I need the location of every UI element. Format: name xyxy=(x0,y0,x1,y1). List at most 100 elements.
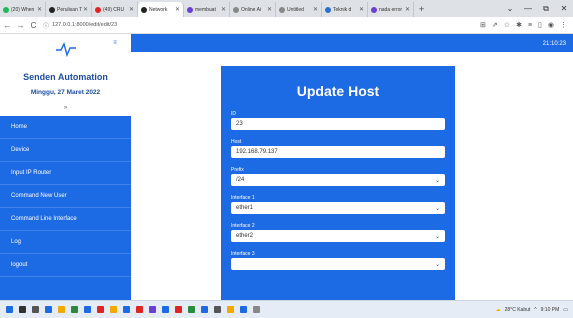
taskbar-app-icon[interactable] xyxy=(97,306,104,313)
toolbar-icons: ⊞ ⇗ ☆ ✱ ≡ ▯ ◉ ⋮ xyxy=(474,21,567,30)
browser-menu-icon[interactable]: ⋮ xyxy=(560,21,567,29)
tab-close-icon[interactable]: ✕ xyxy=(221,6,226,13)
tray-chevron-icon[interactable]: ^ xyxy=(534,307,536,313)
taskbar-app-icon[interactable] xyxy=(149,306,156,313)
taskbar-app-icon[interactable] xyxy=(201,306,208,313)
id-input[interactable]: 23 xyxy=(231,118,445,130)
tab-close-icon[interactable]: ✕ xyxy=(313,6,318,13)
menu-toggle-button[interactable]: ≡ xyxy=(110,38,120,48)
taskbar-app-icon[interactable] xyxy=(32,306,39,313)
taskbar-app-icon[interactable] xyxy=(58,306,65,313)
forward-icon[interactable]: → xyxy=(15,21,26,30)
back-icon[interactable]: ← xyxy=(2,21,13,30)
site-info-icon[interactable]: ⓘ xyxy=(43,21,49,30)
tab-close-icon[interactable]: ✕ xyxy=(129,6,134,13)
interface-1-select[interactable]: ether1 ⌄ xyxy=(231,202,445,214)
browser-tab[interactable]: Teknik d ✕ xyxy=(322,2,368,17)
taskbar-app-icon[interactable] xyxy=(175,306,182,313)
host-input[interactable]: 192.168.79.137 xyxy=(231,146,445,158)
tab-close-icon[interactable]: ✕ xyxy=(83,6,88,13)
browser-tab[interactable]: Perulisan T ✕ xyxy=(46,2,92,17)
sidebar-item-command-new-user[interactable]: Command New User xyxy=(0,185,131,208)
browser-tab[interactable]: (49) CRU ✕ xyxy=(92,2,138,17)
sidebar-item-home[interactable]: Home xyxy=(0,116,131,139)
sidebar-item-input-ip-router[interactable]: Input IP Router xyxy=(0,162,131,185)
tab-favicon-icon xyxy=(95,6,101,13)
prefix-value: /24 xyxy=(236,177,245,183)
browser-tab[interactable]: (20) When ✕ xyxy=(0,2,46,17)
tab-close-icon[interactable]: ✕ xyxy=(175,6,180,13)
translate-icon[interactable]: ⊞ xyxy=(480,21,486,29)
app-title: Senden Automation xyxy=(23,72,108,82)
interface-1-value: ether1 xyxy=(236,205,254,211)
taskbar-app-icon[interactable] xyxy=(19,306,26,313)
sidebar-item-device[interactable]: Device xyxy=(0,139,131,162)
sidepanel-icon[interactable]: ▯ xyxy=(538,21,542,29)
interface-3-select[interactable]: ⌄ xyxy=(231,258,445,270)
tab-close-icon[interactable]: ✕ xyxy=(37,6,42,13)
browser-tab[interactable]: Network ✕ xyxy=(138,2,184,17)
url-field[interactable]: ⓘ 127.0.0.1:8000/edit/edit/23 xyxy=(43,19,423,31)
id-label: ID xyxy=(231,111,236,117)
sidebar-item-command-line-interface[interactable]: Command Line Interface xyxy=(0,208,131,231)
tab-title: membuat xyxy=(195,6,216,13)
interface-2-value: ether2 xyxy=(236,233,254,239)
tab-favicon-icon xyxy=(3,6,9,13)
chevron-down-icon: ⌄ xyxy=(434,261,440,268)
taskbar-app-icon[interactable] xyxy=(110,306,117,313)
taskbar-app-icon[interactable] xyxy=(45,306,52,313)
minimize-icon[interactable]: — xyxy=(519,4,537,13)
sidebar-menu: Home Device Input IP Router Command New Use… xyxy=(0,116,131,300)
taskbar-app-icon[interactable] xyxy=(227,306,234,313)
taskbar-app-icon[interactable] xyxy=(214,306,221,313)
clock-display: 21:10:23 xyxy=(542,41,566,47)
sidebar-item-log[interactable]: Log xyxy=(0,231,131,254)
url-text: 127.0.0.1:8000/edit/edit/23 xyxy=(52,22,118,28)
tab-close-icon[interactable]: ✕ xyxy=(267,6,272,13)
maximize-icon[interactable]: ⧉ xyxy=(537,4,555,14)
weather-text[interactable]: 28°C Kabut xyxy=(505,307,531,313)
chevron-down-icon: ⌄ xyxy=(434,233,440,240)
notification-icon[interactable]: ▭ xyxy=(563,307,568,313)
share-icon[interactable]: ⇗ xyxy=(492,21,498,29)
tab-title: Perulisan T xyxy=(57,6,82,13)
taskbar-app-icon[interactable] xyxy=(188,306,195,313)
close-window-icon[interactable]: ✕ xyxy=(555,4,573,13)
os-taskbar: ☁ 28°C Kabut ^ 9:10 PM ▭ xyxy=(0,300,573,318)
tab-title: Teknik d xyxy=(333,6,352,13)
tab-close-icon[interactable]: ✕ xyxy=(359,6,364,13)
prefix-select[interactable]: /24 ⌄ xyxy=(231,174,445,186)
reload-icon[interactable]: C xyxy=(28,21,39,30)
browser-tab[interactable]: nada error ✕ xyxy=(368,2,414,17)
reading-list-icon[interactable]: ≡ xyxy=(528,22,532,29)
tab-favicon-icon xyxy=(187,6,193,13)
profile-avatar[interactable]: ◉ xyxy=(548,21,554,29)
taskbar-app-icon[interactable] xyxy=(253,306,260,313)
bookmark-star-icon[interactable]: ☆ xyxy=(504,21,510,29)
window-controls: ⌄ — ⧉ ✕ xyxy=(501,0,573,17)
taskbar-app-icon[interactable] xyxy=(123,306,130,313)
weather-icon[interactable]: ☁ xyxy=(496,307,501,313)
collapse-chevron-icon[interactable]: » xyxy=(0,105,131,111)
taskbar-app-icon[interactable] xyxy=(71,306,78,313)
new-tab-button[interactable]: + xyxy=(414,2,429,17)
taskbar-app-icon[interactable] xyxy=(240,306,247,313)
clock-text[interactable]: 9:10 PM xyxy=(541,307,560,313)
taskbar-app-icon[interactable] xyxy=(84,306,91,313)
tab-close-icon[interactable]: ✕ xyxy=(405,6,410,13)
browser-tab[interactable]: Online Ai ✕ xyxy=(230,2,276,17)
interface-2-select[interactable]: ether2 ⌄ xyxy=(231,230,445,242)
tab-favicon-icon xyxy=(233,6,239,13)
tab-favicon-icon xyxy=(141,6,147,13)
taskbar-app-icon[interactable] xyxy=(162,306,169,313)
tab-search-icon[interactable]: ⌄ xyxy=(501,4,519,13)
tab-title: nada error xyxy=(379,6,403,13)
start-icon[interactable] xyxy=(6,306,13,313)
extensions-icon[interactable]: ✱ xyxy=(516,21,522,29)
host-value: 192.168.79.137 xyxy=(236,149,278,155)
sidebar-item-logout[interactable]: logout xyxy=(0,254,131,277)
tab-title: Untitled xyxy=(287,6,304,13)
taskbar-app-icon[interactable] xyxy=(136,306,143,313)
browser-tab[interactable]: membuat ✕ xyxy=(184,2,230,17)
browser-tab[interactable]: Untitled ✕ xyxy=(276,2,322,17)
